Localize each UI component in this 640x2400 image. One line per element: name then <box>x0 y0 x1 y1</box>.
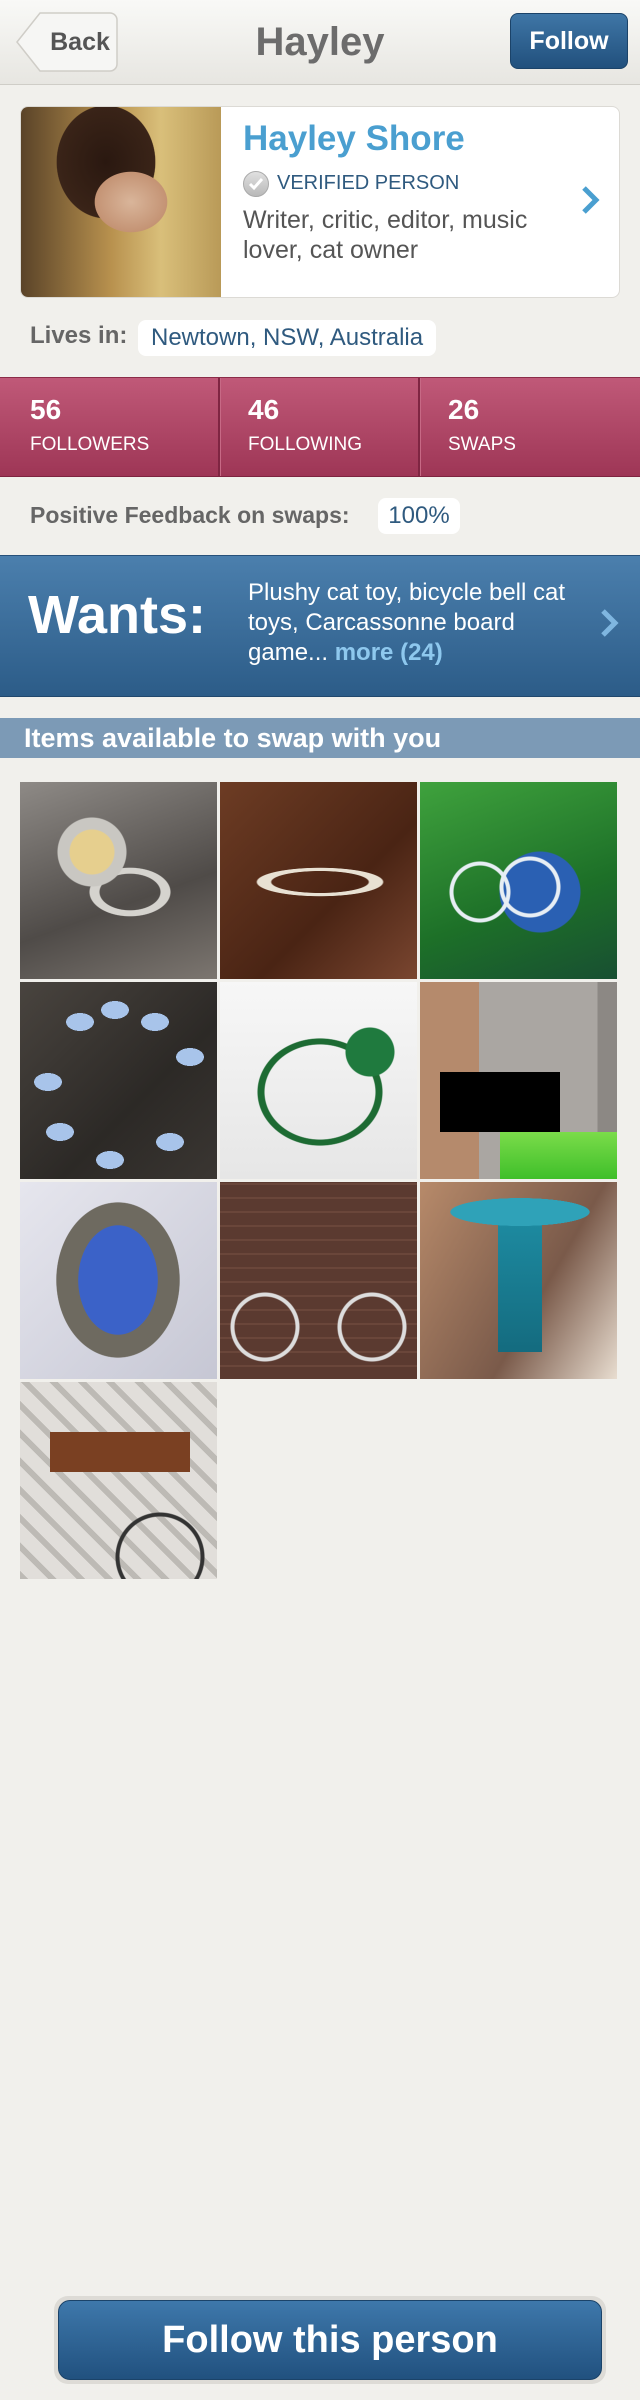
stat-divider <box>218 378 221 476</box>
stat-label: SWAPS <box>448 434 516 455</box>
verified-label: VERIFIED PERSON <box>277 172 460 194</box>
profile-card[interactable]: Hayley Shore VERIFIED PERSON Writer, cri… <box>20 106 620 298</box>
navigation-bar: Back Hayley Follow <box>0 0 640 85</box>
mosaic-birdbath-photo[interactable] <box>420 1182 617 1379</box>
location-value: Newtown, NSW, Australia <box>138 320 437 356</box>
back-button[interactable]: Back <box>16 12 118 72</box>
page-title: Hayley <box>255 20 385 64</box>
items-section-header: Items available to swap with you <box>0 718 640 758</box>
stat-label: FOLLOWING <box>248 434 363 455</box>
wants-list: Plushy cat toy, bicycle bell cat toys, C… <box>248 578 588 668</box>
chevron-right-icon <box>600 608 620 643</box>
bicycle-photo[interactable] <box>220 1182 417 1379</box>
bracelet-photo[interactable] <box>20 982 217 1179</box>
back-button-label: Back <box>50 28 110 56</box>
profile-bio: Writer, critic, editor, music lover, cat… <box>243 206 528 264</box>
stat-value: 56 <box>30 394 62 425</box>
follow-this-person-container: Follow this person <box>54 2296 606 2384</box>
bike-basket-photo[interactable] <box>20 1382 217 1579</box>
necklace-photo[interactable] <box>220 982 417 1179</box>
stat-label: FOLLOWERS <box>30 434 150 455</box>
feedback-value: 100% <box>378 498 460 534</box>
lives-in-label: Lives in: <box>30 322 128 349</box>
clutch-bag-photo[interactable] <box>420 982 617 1179</box>
stat-value: 26 <box>448 394 480 425</box>
chevron-right-icon <box>581 185 601 220</box>
follow-button[interactable]: Follow <box>510 13 628 69</box>
earrings-photo[interactable] <box>420 782 617 979</box>
wants-panel[interactable]: Wants: Plushy cat toy, bicycle bell cat … <box>0 555 640 697</box>
wants-more-link[interactable]: more (24) <box>335 639 443 666</box>
items-section-title: Items available to swap with you <box>24 723 442 753</box>
feedback-label: Positive Feedback on swaps: <box>30 502 350 528</box>
check-icon <box>243 171 269 197</box>
infinity-ring-photo[interactable] <box>220 782 417 979</box>
follow-this-person-button[interactable]: Follow this person <box>58 2300 602 2380</box>
profile-name: Hayley Shore <box>243 119 465 158</box>
stat-value: 46 <box>248 394 280 425</box>
ring-photo[interactable] <box>20 782 217 979</box>
stats-bar: 56 FOLLOWERS 46 FOLLOWING 26 SWAPS <box>0 377 640 477</box>
wants-title: Wants: <box>28 585 206 645</box>
avatar <box>21 107 221 297</box>
stat-divider <box>418 378 421 476</box>
blue-ring-photo[interactable] <box>20 1182 217 1379</box>
